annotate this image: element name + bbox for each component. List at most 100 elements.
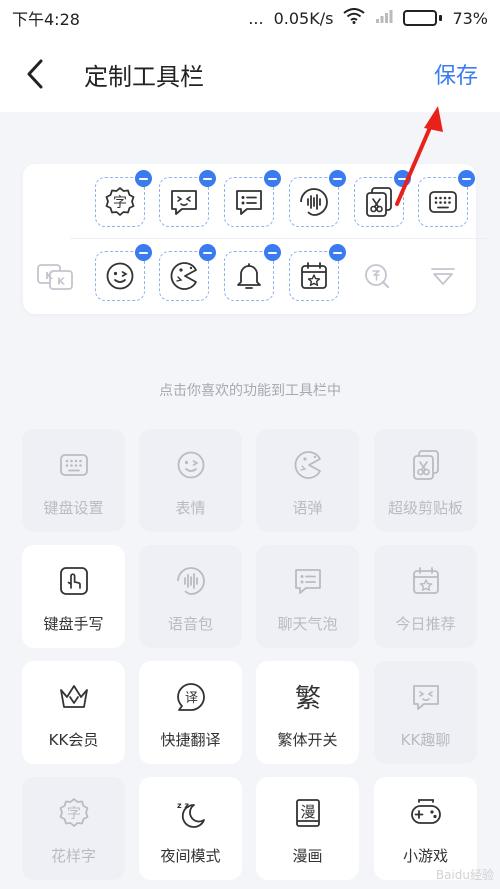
toolbar-slot-kk-chat[interactable] — [159, 170, 216, 227]
toolbar-slot-emoji[interactable] — [95, 244, 152, 301]
tile-label: KK会员 — [48, 731, 99, 749]
remove-icon[interactable] — [394, 170, 411, 187]
collapse-icon — [431, 268, 455, 285]
tile-mini-game[interactable]: 小游戏 — [374, 777, 477, 880]
tile-label: 语音包 — [167, 615, 213, 633]
kk-chat-icon — [171, 190, 197, 215]
tile-chat-bubble[interactable]: 聊天气泡 — [256, 545, 359, 648]
status-time: 下午4:28 — [12, 10, 80, 29]
tile-label: 花样字 — [50, 847, 96, 865]
tile-night-mode[interactable]: z z 夜间模式 — [139, 777, 242, 880]
toolbar-slot-bell[interactable] — [224, 244, 281, 301]
toolbar-slot-yu-dan[interactable] — [159, 244, 216, 301]
tile-keyboard-settings[interactable]: 键盘设置 — [22, 429, 125, 532]
battery-icon — [403, 10, 443, 26]
hua-yang-zi-icon: 字 — [105, 187, 135, 216]
toolbar-slot-clipboard[interactable] — [354, 170, 411, 227]
toolbar-slot-calendar[interactable] — [289, 244, 346, 301]
keyboard-icon — [429, 191, 457, 213]
clipboard-icon — [366, 187, 392, 217]
calendar-icon — [412, 567, 439, 594]
tile-yu-dan[interactable]: 语弹 — [256, 429, 359, 532]
back-button[interactable] — [0, 36, 70, 112]
tile-label: 夜间模式 — [160, 847, 221, 865]
emoji-icon — [106, 262, 134, 290]
handwriting-icon — [59, 567, 88, 595]
tile-super-clipboard[interactable]: 超级剪贴板 — [374, 429, 477, 532]
bell-icon — [237, 263, 261, 289]
translate-icon: 译 — [176, 683, 205, 711]
tile-label: 表情 — [175, 499, 206, 517]
tile-voice-pack[interactable]: 语音包 — [139, 545, 242, 648]
remove-icon[interactable] — [135, 170, 152, 187]
svg-text:字: 字 — [113, 195, 127, 211]
svg-text:字: 字 — [67, 806, 81, 822]
tile-label: 漫画 — [292, 847, 323, 865]
voice-pack-icon — [176, 567, 205, 595]
kk-logo-icon: KK — [37, 264, 73, 290]
search-icon — [365, 264, 389, 288]
toolbar-slot-keyboard[interactable] — [418, 170, 475, 227]
toolbar-slot-voice-pack[interactable] — [289, 170, 346, 227]
tile-label: KK趣聊 — [400, 731, 451, 749]
hint-text: 点击你喜欢的功能到工具栏中 — [159, 383, 341, 399]
traditional-icon: 繁 — [294, 684, 320, 713]
battery-percent: 73% — [452, 8, 488, 28]
moon-icon: z z — [176, 801, 205, 828]
crown-icon — [59, 685, 88, 708]
svg-text:z z: z z — [176, 801, 188, 810]
remove-icon[interactable] — [199, 244, 216, 261]
remove-icon[interactable] — [264, 170, 281, 187]
page-title: 定制工具栏 — [84, 62, 204, 91]
svg-text:K: K — [45, 271, 54, 282]
calendar-icon — [301, 262, 327, 289]
toolbar-search[interactable] — [352, 251, 402, 301]
remove-icon[interactable] — [329, 244, 346, 261]
save-button[interactable]: 保存 — [434, 58, 478, 90]
tile-traditional-switch[interactable]: 繁 繁体开关 — [256, 661, 359, 764]
gamepad-icon — [410, 799, 441, 824]
yu-dan-icon — [294, 451, 321, 479]
svg-text:译: 译 — [184, 691, 197, 706]
status-speed: 0.05K/s — [273, 8, 334, 28]
tile-label: 键盘设置 — [43, 499, 104, 517]
tile-label: 小游戏 — [402, 847, 448, 865]
svg-text:繁: 繁 — [294, 684, 320, 713]
tile-handwriting[interactable]: 键盘手写 — [22, 545, 125, 648]
keyboard-icon — [59, 454, 88, 476]
toolbar-collapse[interactable] — [418, 251, 468, 301]
tile-kk-vip[interactable]: KK会员 — [22, 661, 125, 764]
yu-dan-icon — [170, 262, 197, 290]
tile-quick-translate[interactable]: 译 快捷翻译 — [139, 661, 242, 764]
hua-yang-zi-icon: 字 — [59, 798, 88, 827]
tile-label: 聊天气泡 — [277, 615, 338, 633]
tile-comic[interactable]: 漫 漫画 — [256, 777, 359, 880]
remove-icon[interactable] — [199, 170, 216, 187]
remove-icon[interactable] — [135, 244, 152, 261]
svg-text:漫: 漫 — [300, 803, 315, 821]
tile-hua-yang-zi[interactable]: 字 花样字 — [22, 777, 125, 880]
remove-icon[interactable] — [329, 170, 346, 187]
toolbar-kk-logo[interactable]: KK — [30, 251, 80, 301]
status-dots: ... — [248, 8, 264, 28]
tile-label: 今日推荐 — [395, 615, 456, 633]
status-bar: 下午4:28 ... 0.05K/s 73% — [0, 0, 500, 36]
status-right: ... 0.05K/s 73% — [248, 8, 488, 28]
emoji-icon — [177, 451, 204, 479]
tile-label: 繁体开关 — [277, 731, 338, 749]
svg-text:K: K — [57, 277, 66, 288]
signal-icon — [375, 8, 393, 28]
remove-icon[interactable] — [458, 170, 475, 187]
comic-icon: 漫 — [295, 799, 320, 827]
tile-label: 键盘手写 — [43, 615, 104, 633]
tile-today-recommend[interactable]: 今日推荐 — [374, 545, 477, 648]
tile-emoji[interactable]: 表情 — [139, 429, 242, 532]
remove-icon[interactable] — [264, 244, 281, 261]
tile-kk-chat[interactable]: KK趣聊 — [374, 661, 477, 764]
toolbar-slot-chat-bubble[interactable] — [224, 170, 281, 227]
chevron-left-icon — [27, 59, 43, 89]
clipboard-icon — [412, 450, 439, 480]
wifi-icon — [343, 8, 366, 28]
toolbar-slot-hua-yang-zi[interactable]: 字 — [95, 170, 152, 227]
tile-label: 语弹 — [292, 499, 323, 517]
